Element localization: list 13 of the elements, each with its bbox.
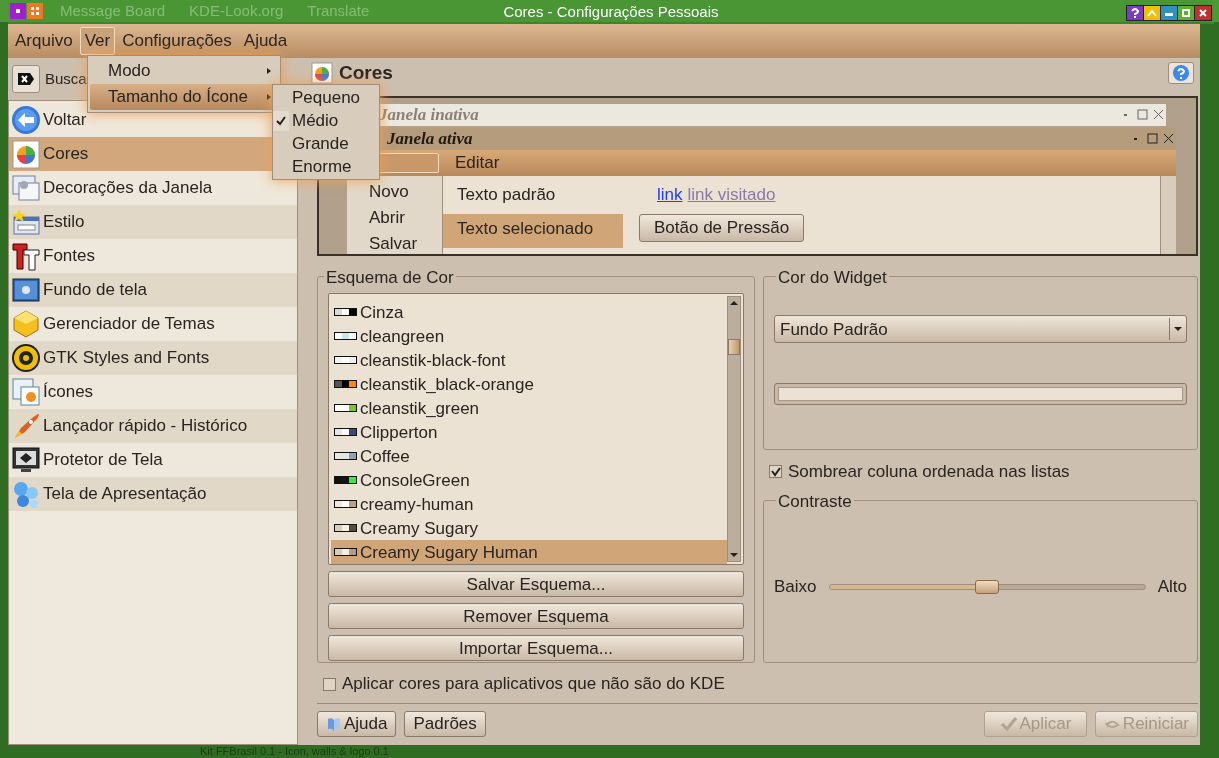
active-title: Janela ativa — [387, 128, 474, 151]
checkbox-label: Sombrear coluna ordenada nas listas — [788, 460, 1070, 483]
checkbox-label: Aplicar cores para aplicativos que não são do KDE — [342, 673, 725, 696]
search-label: Busca: — [45, 68, 91, 89]
selected-text: Texto selecionado — [443, 214, 623, 248]
tab-title: Translate — [307, 0, 370, 21]
slider-label: Baixo — [774, 575, 817, 598]
slider-label: Alto — [1157, 575, 1187, 598]
tab-title: KDE-Look.org — [189, 0, 284, 21]
normal-text: Texto padrão — [456, 184, 557, 206]
tab-title: Message Board — [60, 0, 166, 21]
window-title: Cores - Configurações Pessoais — [503, 1, 719, 22]
module-title: Cores — [339, 60, 394, 85]
